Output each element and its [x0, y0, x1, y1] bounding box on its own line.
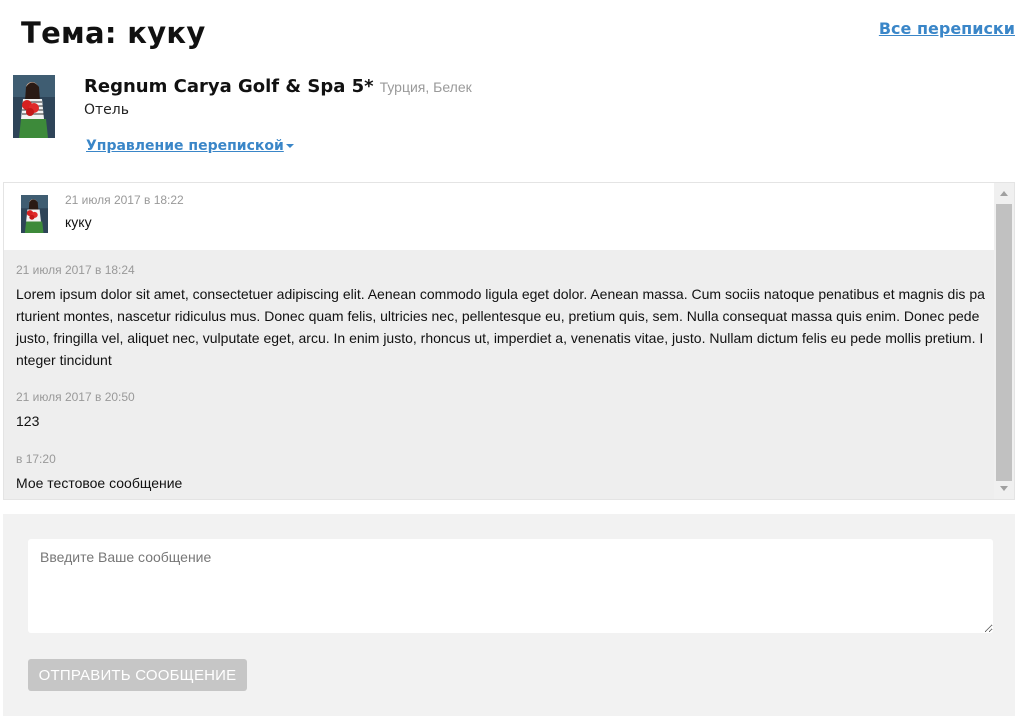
message-text: куку: [65, 214, 92, 230]
manage-conversation-link[interactable]: Управление перепиской: [86, 137, 284, 155]
scroll-up-icon[interactable]: [1000, 191, 1008, 196]
message-input[interactable]: [28, 539, 993, 633]
message-date: 21 июля 2017 в 20:50: [16, 390, 135, 404]
hotel-location: Турция, Белек: [379, 79, 472, 95]
message-incoming: в 17:20 Мое тестовое сообщение: [16, 452, 986, 494]
scrollbar-thumb[interactable]: [996, 204, 1012, 481]
avatar: [13, 75, 55, 138]
caret-down-icon[interactable]: [286, 144, 294, 148]
message-text: 123: [16, 413, 40, 429]
message-date: 21 июля 2017 в 18:24: [16, 263, 135, 277]
message-incoming: 21 июля 2017 в 20:50 123: [16, 390, 986, 432]
compose-area: ОТПРАВИТЬ СООБЩЕНИЕ: [3, 514, 1015, 716]
messages-panel[interactable]: 21 июля 2017 в 18:22 куку 21 июля 2017 в…: [3, 182, 1015, 500]
message-incoming: 21 июля 2017 в 18:24 Lorem ipsum dolor s…: [16, 263, 986, 371]
scroll-down-icon[interactable]: [1000, 486, 1008, 491]
hotel-name-row: Regnum Carya Golf & Spa 5* Турция, Белек: [84, 75, 472, 99]
message-outgoing: 21 июля 2017 в 18:22 куку: [4, 183, 994, 250]
message-text: Мое тестовое сообщение: [16, 475, 183, 491]
incoming-messages: 21 июля 2017 в 18:24 Lorem ipsum dolor s…: [4, 250, 994, 499]
hotel-type: Отель: [84, 102, 129, 118]
page-title: Тема: куку: [21, 16, 206, 50]
send-message-button[interactable]: ОТПРАВИТЬ СООБЩЕНИЕ: [28, 659, 247, 691]
all-conversations-link[interactable]: Все переписки: [879, 19, 1015, 38]
message-text: Lorem ipsum dolor sit amet, consectetuer…: [16, 286, 985, 368]
message-date: 21 июля 2017 в 18:22: [65, 193, 184, 207]
message-avatar: [21, 195, 48, 233]
hotel-name: Regnum Carya Golf & Spa 5*: [84, 76, 374, 97]
message-date: в 17:20: [16, 452, 56, 466]
messages-scrollbar[interactable]: [994, 183, 1014, 499]
